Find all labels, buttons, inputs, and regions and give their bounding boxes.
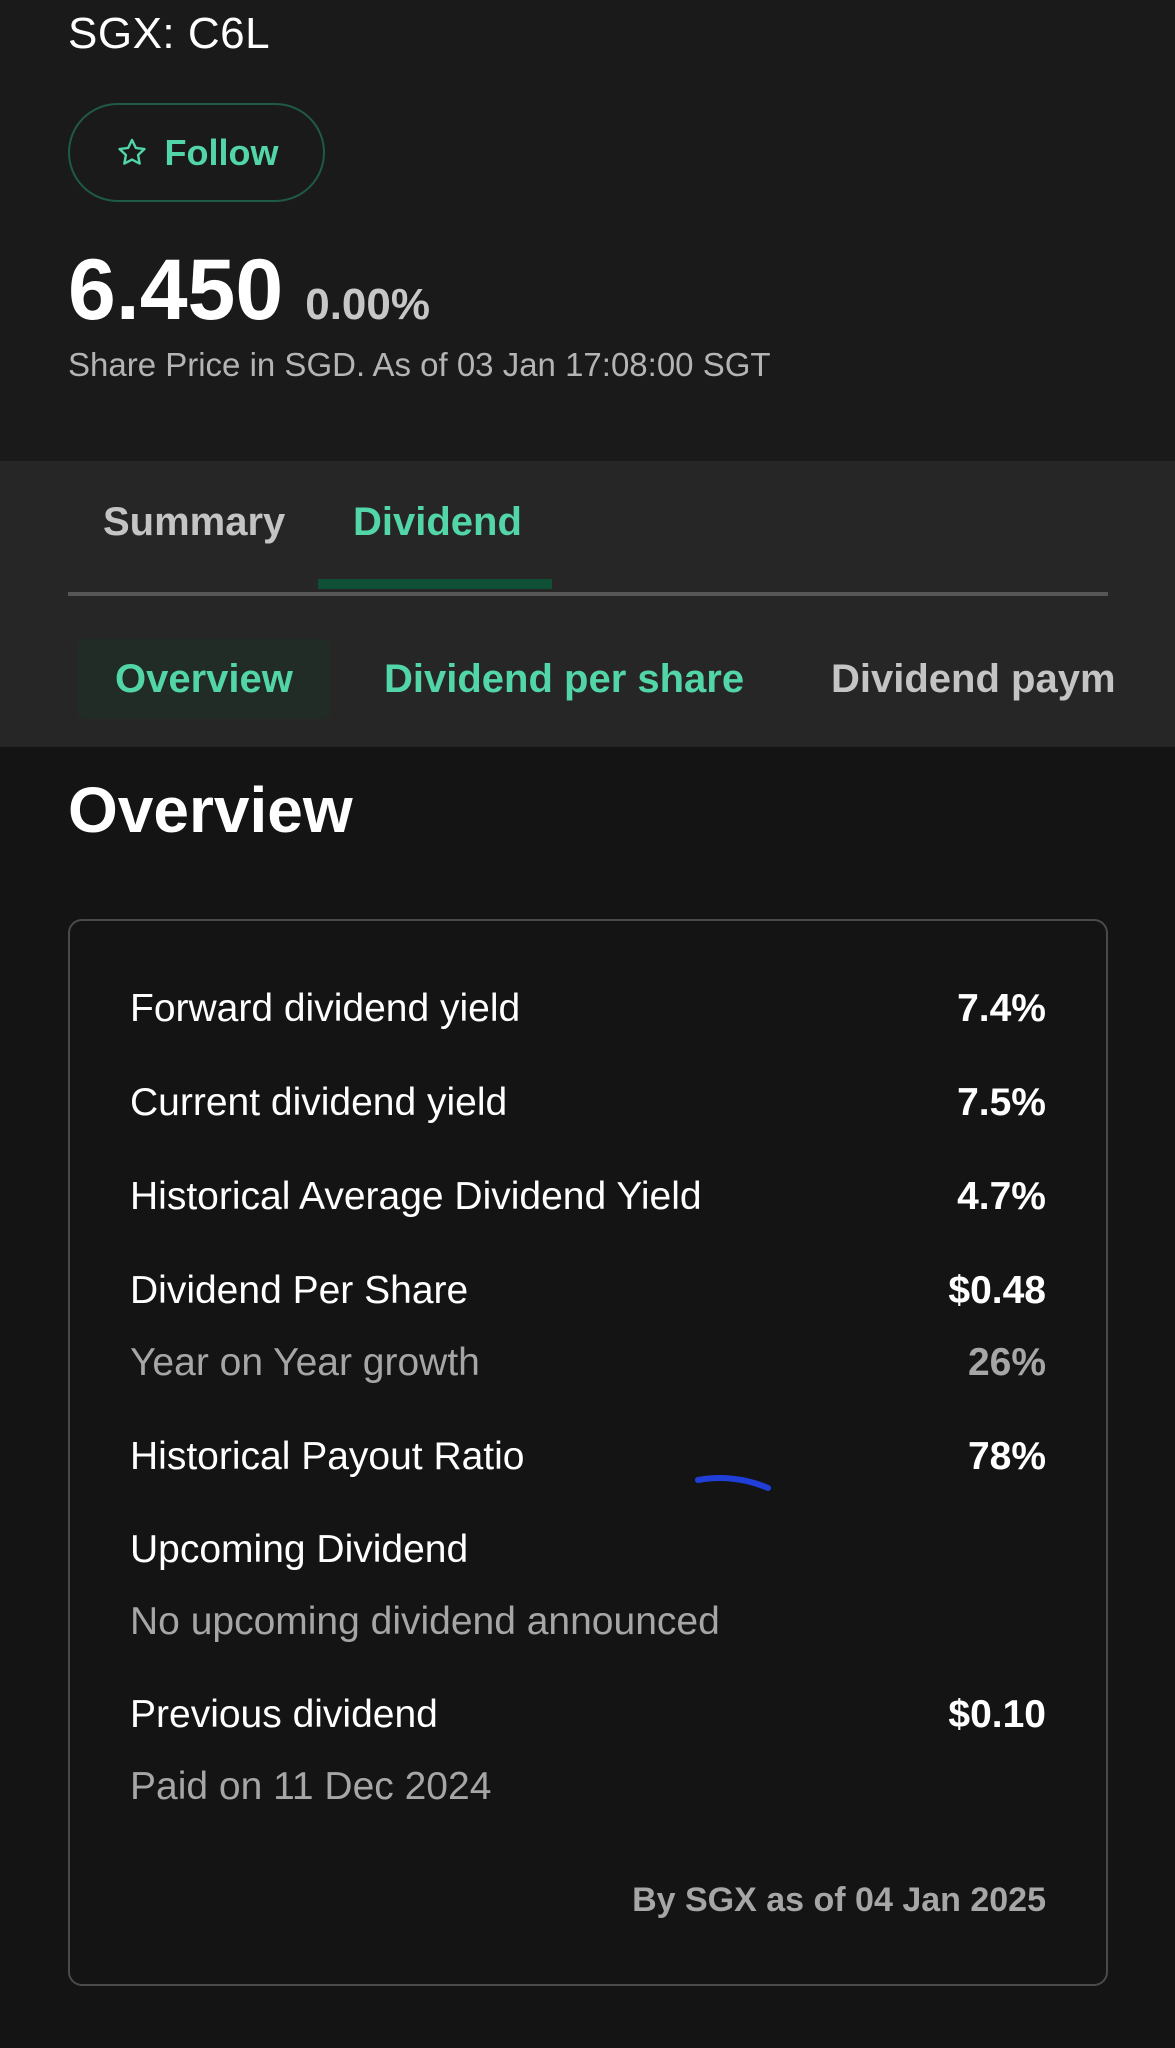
price-note: Share Price in SGD. As of 03 Jan 17:08:0… — [68, 346, 771, 383]
historical-yield-row: Historical Average Dividend Yield 4.7% — [130, 1173, 1046, 1221]
subtab-dividend-payment[interactable]: Dividend paym — [831, 639, 1175, 719]
current-yield-row: Current dividend yield 7.5% — [130, 1079, 1046, 1127]
upcoming-dividend-label: Upcoming Dividend — [130, 1528, 469, 1571]
dps-label: Dividend Per Share — [130, 1269, 469, 1312]
upcoming-dividend-row: Upcoming Dividend — [130, 1526, 1046, 1574]
payout-ratio-value: 78% — [967, 1435, 1046, 1478]
historical-yield-value: 4.7% — [957, 1175, 1046, 1218]
previous-paid-label: Paid on 11 Dec 2024 — [130, 1765, 492, 1808]
forward-yield-value: 7.4% — [957, 987, 1046, 1030]
dps-row: Dividend Per Share $0.48 — [130, 1267, 1046, 1315]
forward-yield-row: Forward dividend yield 7.4% — [130, 985, 1046, 1033]
section-title: Overview — [68, 774, 353, 846]
follow-button[interactable]: Follow — [68, 103, 325, 202]
current-yield-label: Current dividend yield — [130, 1081, 508, 1124]
price-row: 6.450 0.00% — [68, 240, 430, 340]
previous-paid-row: Paid on 11 Dec 2024 — [130, 1763, 1046, 1811]
tab-summary[interactable]: Summary — [103, 497, 285, 547]
star-icon — [117, 138, 146, 165]
source-note: By SGX as of 04 Jan 2025 — [632, 1881, 1046, 1919]
stock-header: SGX: C6L Follow 6.450 0.00% Share Price … — [0, 0, 1175, 461]
yoy-growth-row: Year on Year growth 26% — [130, 1339, 1046, 1387]
previous-dividend-row: Previous dividend $0.10 — [130, 1691, 1046, 1739]
tab-dividend[interactable]: Dividend — [353, 497, 522, 547]
tab-divider — [68, 592, 1108, 596]
yoy-growth-value: 26% — [967, 1341, 1046, 1384]
yoy-growth-label: Year on Year growth — [130, 1341, 480, 1384]
subtab-overview[interactable]: Overview — [78, 639, 330, 719]
subtab-dividend-per-share[interactable]: Dividend per share — [384, 639, 744, 719]
share-price: 6.450 — [68, 242, 284, 338]
payout-ratio-row: Historical Payout Ratio 78% — [130, 1433, 1046, 1481]
upcoming-note-label: No upcoming dividend announced — [130, 1600, 720, 1643]
dps-value: $0.48 — [948, 1269, 1046, 1312]
payout-ratio-label: Historical Payout Ratio — [130, 1435, 525, 1478]
previous-dividend-value: $0.10 — [948, 1693, 1046, 1736]
pen-annotation-mark — [695, 1475, 771, 1491]
follow-label: Follow — [164, 131, 279, 173]
tab-area: Summary Dividend Overview Dividend per s… — [0, 461, 1175, 747]
active-tab-indicator — [318, 579, 552, 589]
forward-yield-label: Forward dividend yield — [130, 987, 521, 1030]
previous-dividend-label: Previous dividend — [130, 1693, 438, 1736]
price-change: 0.00% — [305, 280, 430, 329]
historical-yield-label: Historical Average Dividend Yield — [130, 1175, 702, 1218]
upcoming-note-row: No upcoming dividend announced — [130, 1598, 1046, 1646]
overview-card: Forward dividend yield 7.4% Current divi… — [68, 919, 1108, 1986]
current-yield-value: 7.5% — [957, 1081, 1046, 1124]
ticker-symbol: SGX: C6L — [68, 9, 271, 58]
